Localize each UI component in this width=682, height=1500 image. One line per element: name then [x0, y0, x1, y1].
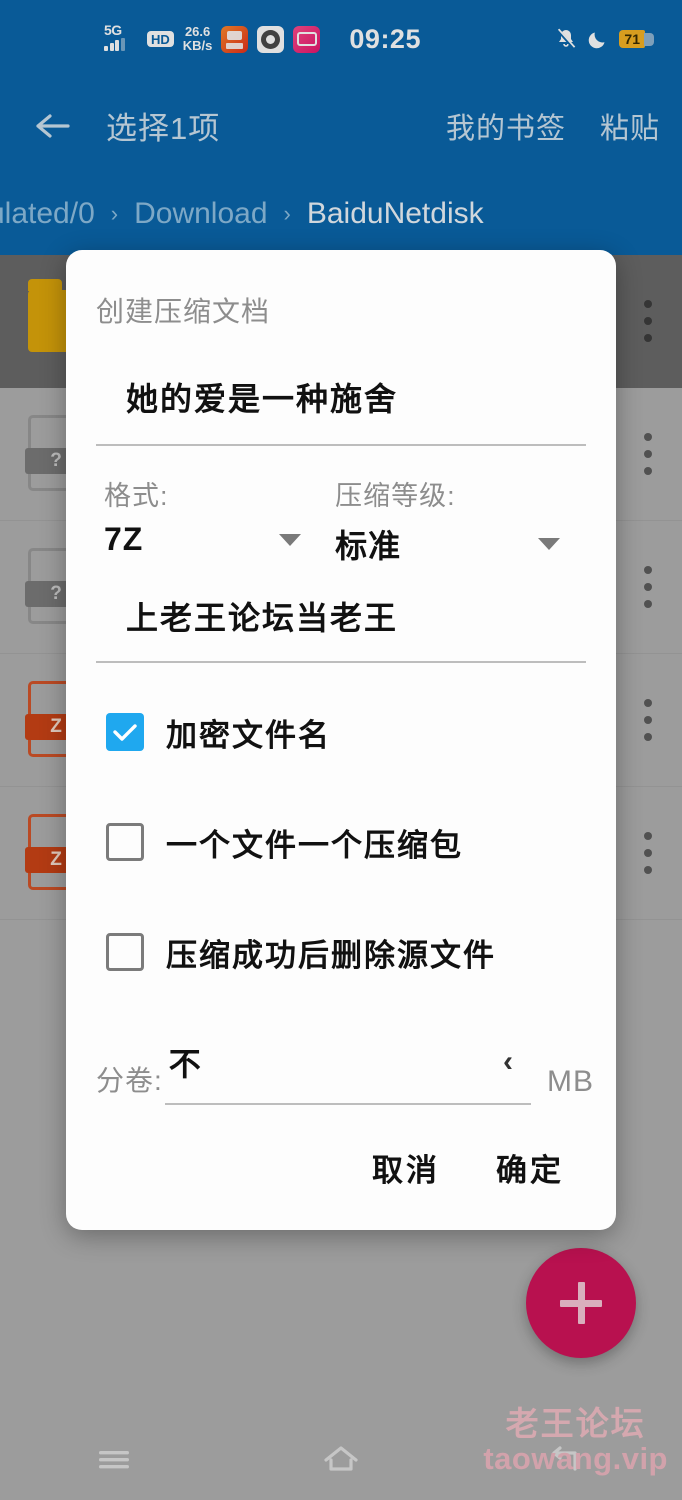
checkbox-checked-icon[interactable] — [106, 713, 144, 751]
split-volume-unit: MB — [547, 1065, 594, 1098]
compression-level-label: 压缩等级: — [335, 481, 456, 511]
compression-level-value: 标准 — [335, 528, 402, 564]
cancel-button[interactable]: 取消 — [372, 1145, 440, 1190]
archive-name-input[interactable]: 她的爱是一种施舍 — [96, 374, 586, 434]
password-field[interactable]: 上老王论坛当老王 — [96, 593, 586, 663]
checkbox-unchecked-icon[interactable] — [106, 933, 144, 971]
chevron-left-icon[interactable]: ‹ — [503, 1045, 513, 1079]
options-checkbox-group: 加密文件名 一个文件一个压缩包 压缩成功后删除源文件 — [106, 703, 616, 1033]
split-volume-label: 分卷: — [96, 1065, 163, 1096]
chevron-down-icon[interactable] — [279, 533, 302, 546]
format-label: 格式: — [104, 481, 169, 511]
confirm-button[interactable]: 确定 — [496, 1145, 564, 1190]
dialog-actions: 取消 确定 — [66, 1145, 616, 1230]
password-input[interactable]: 上老王论坛当老王 — [96, 593, 586, 651]
dialog-title: 创建压缩文档 — [96, 296, 271, 327]
compression-level-selector[interactable]: 压缩等级: 标准 — [327, 474, 586, 567]
checkbox-label: 加密文件名 — [166, 717, 331, 753]
encrypt-filenames-checkbox[interactable]: 加密文件名 — [106, 703, 616, 761]
checkbox-label: 一个文件一个压缩包 — [166, 827, 463, 863]
checkbox-unchecked-icon[interactable] — [106, 823, 144, 861]
field-underline — [96, 661, 586, 663]
checkbox-label: 压缩成功后删除源文件 — [166, 937, 496, 973]
split-volume-field[interactable]: 不 ‹ — [164, 1039, 531, 1105]
split-volume-row: 分卷: 不 ‹ MB — [96, 1039, 616, 1105]
split-volume-value[interactable]: 不 — [169, 1039, 201, 1085]
delete-source-after-checkbox[interactable]: 压缩成功后删除源文件 — [106, 923, 616, 981]
create-archive-dialog: 创建压缩文档 她的爱是一种施舍 格式: 7Z 压缩等级: 标准 上老王论坛当老王 — [66, 250, 616, 1230]
one-archive-per-file-checkbox[interactable]: 一个文件一个压缩包 — [106, 813, 616, 871]
format-value: 7Z — [104, 521, 144, 557]
field-underline — [96, 444, 586, 446]
chevron-down-icon[interactable] — [538, 538, 560, 550]
field-underline — [164, 1103, 531, 1105]
format-selector[interactable]: 格式: 7Z — [96, 474, 327, 567]
archive-name-field[interactable]: 她的爱是一种施舍 — [96, 374, 586, 446]
archive-options-row: 格式: 7Z 压缩等级: 标准 — [96, 474, 586, 567]
